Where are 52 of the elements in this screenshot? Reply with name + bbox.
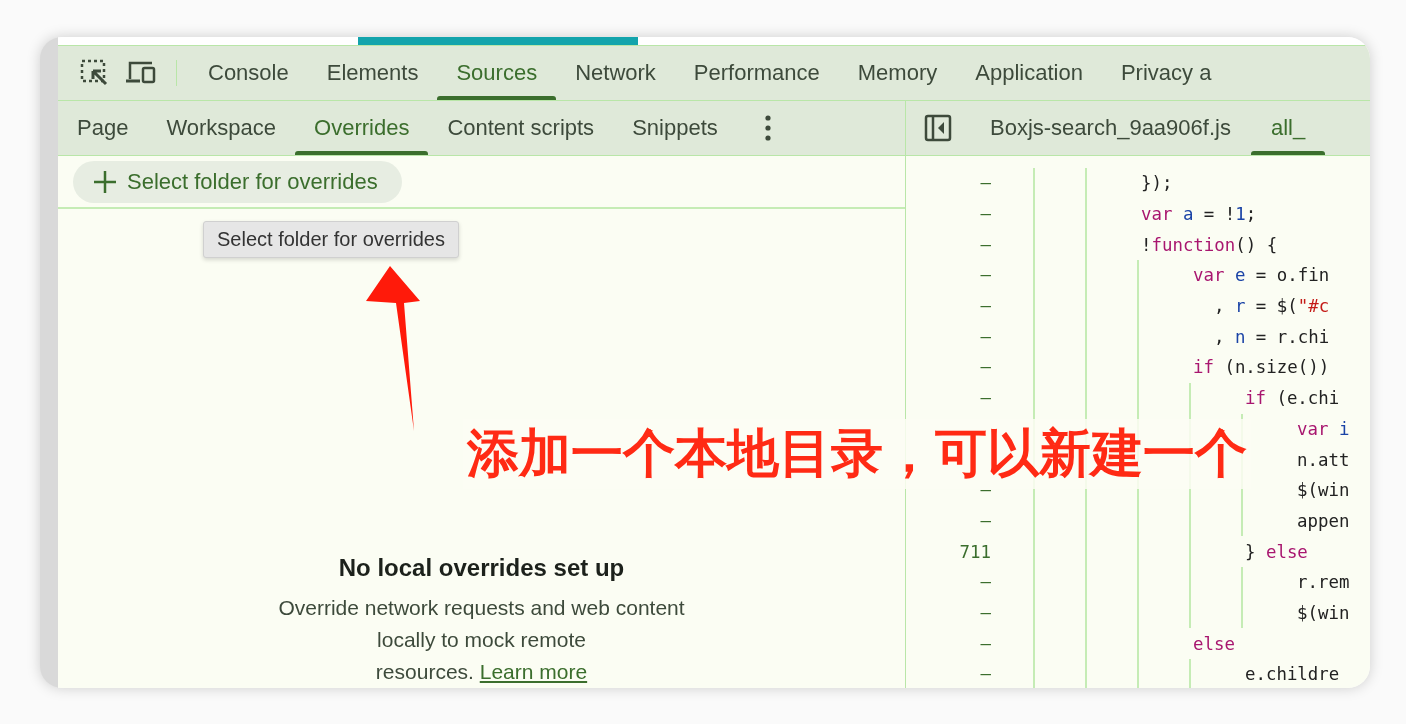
line-number: – (979, 572, 991, 593)
panel-tab[interactable]: Network (556, 46, 675, 100)
learn-more-link[interactable]: Learn more (479, 660, 588, 683)
navigator-tab[interactable]: Overrides (295, 101, 429, 155)
navigator-tab[interactable]: Snippets (613, 101, 737, 155)
line-number: – (979, 265, 991, 286)
line-number: – (979, 357, 991, 378)
line-number: 711 (958, 541, 991, 562)
panel-tab[interactable]: Privacy a (1101, 46, 1231, 100)
panel-tab[interactable]: Sources (437, 46, 557, 100)
code-line: , n = r.chi (1212, 326, 1330, 347)
code-line: e.childre (1244, 664, 1340, 685)
line-number: – (979, 326, 991, 347)
file-tab[interactable]: all_ (1250, 101, 1326, 155)
line-number: – (979, 204, 991, 225)
select-folder-button[interactable]: Select folder for overrides (73, 160, 402, 203)
line-number: – (979, 173, 991, 194)
empty-state-title: No local overrides set up (338, 554, 625, 582)
code-line: $(win (1296, 480, 1350, 501)
code-line: appen (1296, 510, 1350, 531)
plus-icon (93, 169, 117, 194)
code-line: var a = !1; (1140, 204, 1257, 225)
panel-tab[interactable]: Application (956, 46, 1102, 100)
navigator-tab[interactable]: Page (58, 101, 148, 155)
navigator-tab[interactable]: Content scripts (428, 101, 614, 155)
line-number: – (979, 633, 991, 654)
line-number: – (979, 664, 991, 685)
file-tab[interactable]: Boxjs-search_9aa906f.js (970, 101, 1251, 155)
code-line: var i (1296, 418, 1350, 439)
code-line: r.rem (1296, 572, 1350, 593)
code-line: }); (1140, 173, 1173, 194)
line-number: – (979, 510, 991, 531)
tooltip: Select folder for overrides (203, 221, 459, 258)
code-line: !function() { (1140, 234, 1278, 255)
code-line: } else (1244, 541, 1308, 562)
panel-tab[interactable]: Console (189, 46, 308, 100)
line-number: – (979, 388, 991, 409)
panel-tab[interactable]: Memory (838, 46, 957, 100)
navigator-tab[interactable]: Workspace (147, 101, 296, 155)
line-number: – (979, 296, 991, 317)
empty-state-description: Override network requests and web content locally to mock remote resources. Learn more (278, 595, 685, 685)
panel-tab[interactable]: Performance (674, 46, 839, 100)
code-line: $(win (1296, 602, 1350, 623)
code-line: else (1192, 633, 1235, 654)
line-number: – (979, 602, 991, 623)
code-line: , r = $("#c (1212, 296, 1330, 317)
code-line: var e = o.fin (1192, 265, 1330, 286)
panel-tab[interactable]: Elements (307, 46, 438, 100)
line-number: – (979, 234, 991, 255)
code-line: if (e.chi (1244, 388, 1340, 409)
code-line: n.att (1296, 449, 1350, 470)
code-line: if (n.size()) (1192, 357, 1330, 378)
